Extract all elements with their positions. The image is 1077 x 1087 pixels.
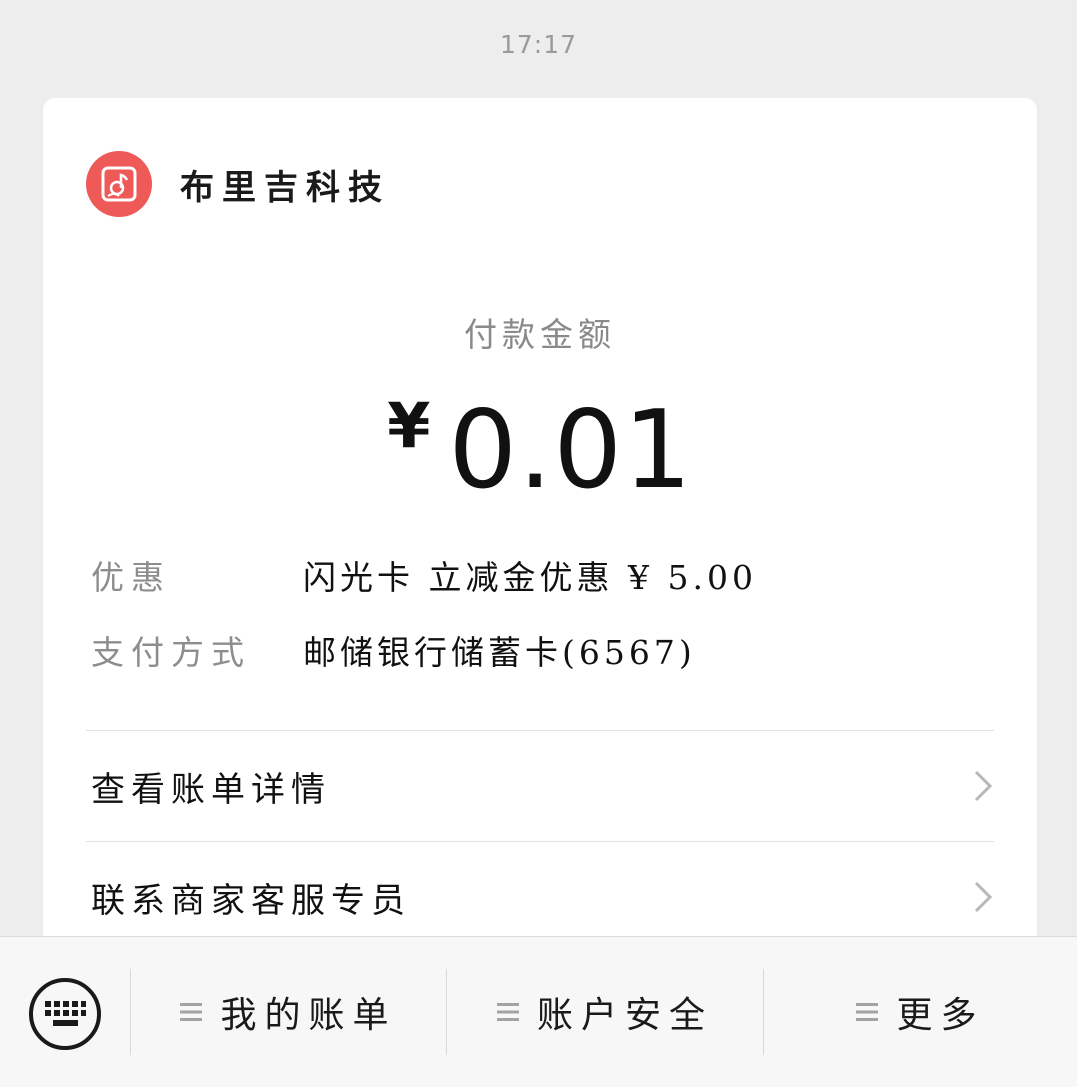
chevron-right-icon	[974, 881, 993, 913]
merchant-logo	[86, 151, 152, 217]
discount-row: 优惠 闪光卡 立减金优惠 ¥ 5.00	[91, 550, 757, 600]
contact-merchant-support-label: 联系商家客服专员	[91, 880, 411, 921]
merchant-name: 布里吉科技	[180, 167, 390, 208]
menu-account-security-label: 账户安全	[536, 995, 713, 1036]
menu-lines-icon	[856, 1003, 879, 1021]
chevron-right-icon	[974, 770, 993, 802]
keyboard-icon	[29, 978, 101, 1050]
menu-more-label: 更多	[896, 995, 985, 1036]
currency-symbol: ¥	[387, 389, 431, 462]
view-bill-details-label: 查看账单详情	[91, 769, 331, 810]
menu-my-bills[interactable]: 我的账单	[131, 969, 446, 1055]
bottom-menu-bar: 我的账单 账户安全 更多	[0, 936, 1077, 1087]
discount-label: 优惠	[91, 558, 171, 597]
payment-method-row: 支付方式 邮储银行储蓄卡(6567)	[91, 625, 696, 675]
menu-lines-icon	[180, 1003, 203, 1021]
menu-my-bills-label: 我的账单	[220, 995, 397, 1036]
payment-amount: ¥0.01	[43, 388, 1037, 513]
music-note-icon	[101, 166, 137, 202]
keyboard-toggle-button[interactable]	[28, 977, 102, 1051]
payment-method-label: 支付方式	[91, 633, 251, 672]
message-timestamp: 17:17	[499, 30, 578, 59]
menu-account-security[interactable]: 账户安全	[447, 969, 763, 1055]
view-bill-details-link[interactable]: 查看账单详情	[86, 731, 994, 841]
discount-value: 闪光卡 立减金优惠 ¥ 5.00	[303, 558, 757, 597]
payment-notification-card: 布里吉科技 付款金额 ¥0.01 优惠 闪光卡 立减金优惠 ¥ 5.00 支付方…	[43, 98, 1037, 958]
amount-value: 0.01	[448, 388, 693, 513]
chat-page: 17:17 布里吉科技 付款金额 ¥0.01 优惠 闪光卡 立减金优惠 ¥ 5.…	[0, 0, 1077, 1087]
payment-method-value: 邮储银行储蓄卡(6567)	[303, 633, 696, 672]
menu-more[interactable]: 更多	[764, 969, 1077, 1055]
merchant-header[interactable]: 布里吉科技	[86, 151, 390, 217]
amount-label: 付款金额	[464, 315, 616, 354]
menu-lines-icon	[496, 1003, 519, 1021]
